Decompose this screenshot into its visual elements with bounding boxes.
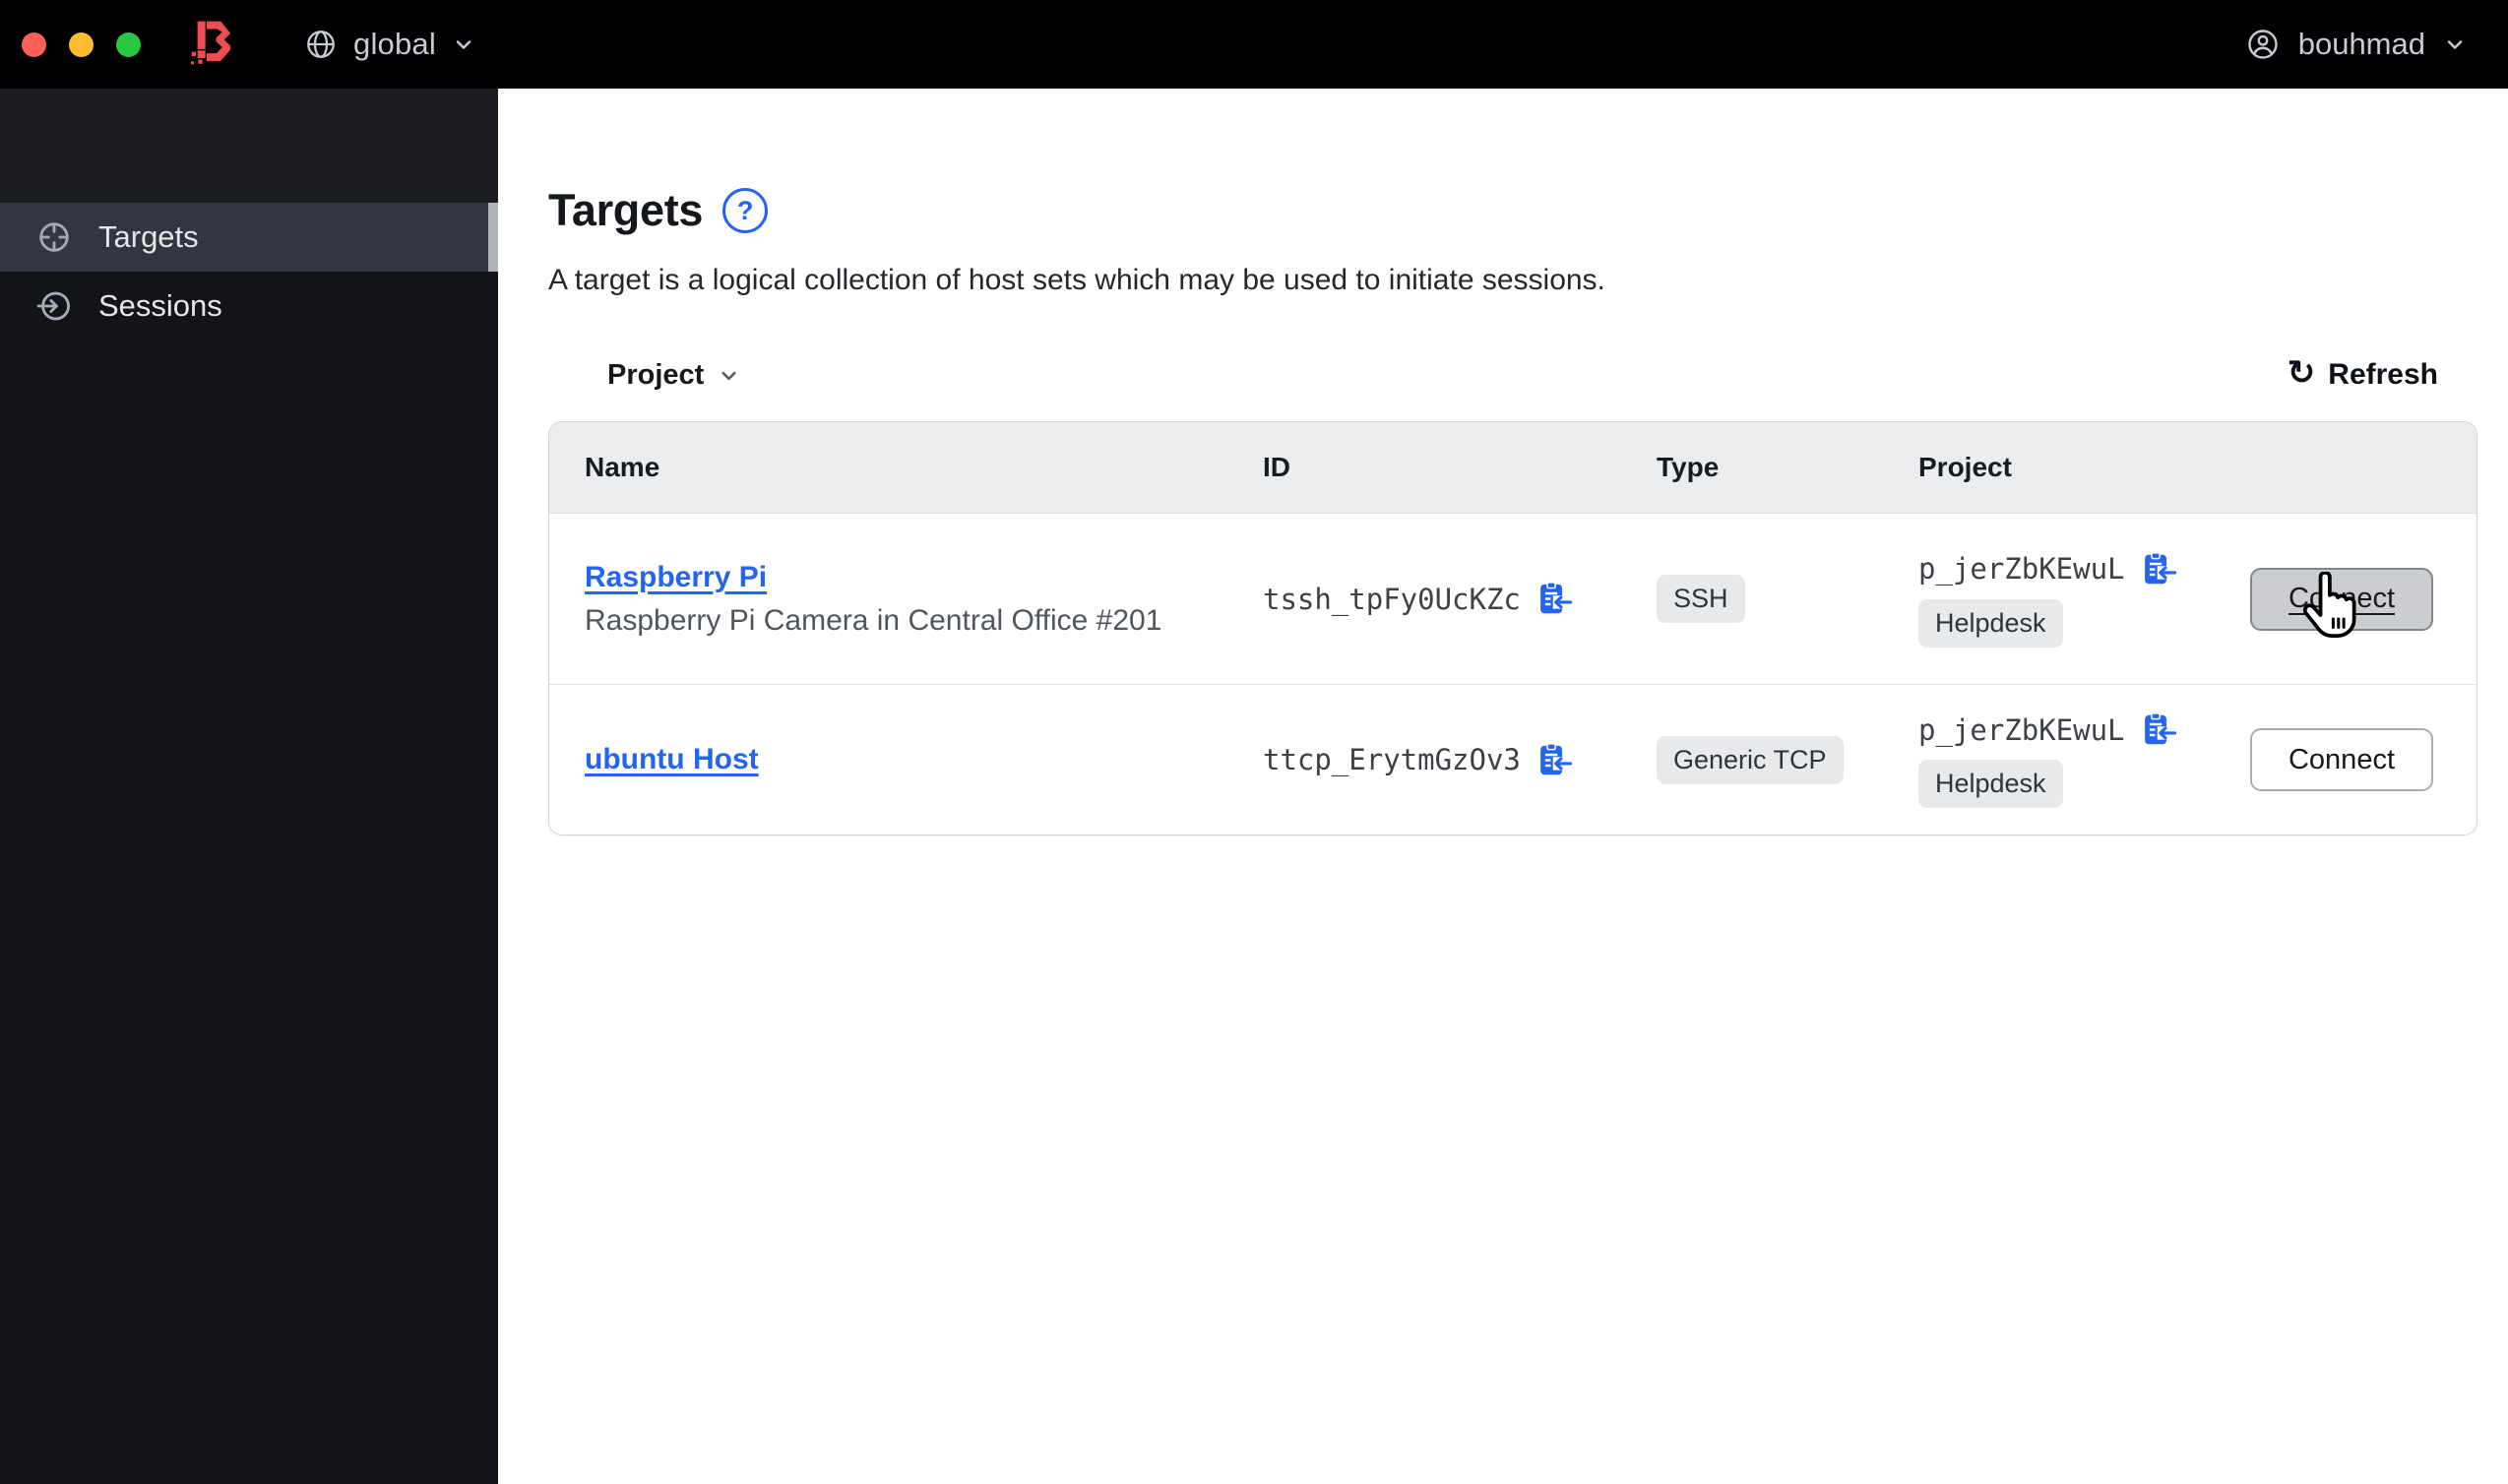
help-glyph: ? — [736, 195, 754, 225]
sidebar: Targets Sessions — [0, 89, 498, 1484]
chevron-down-icon — [2447, 40, 2463, 49]
name-cell: Raspberry Pi Raspberry Pi Camera in Cent… — [549, 561, 1263, 638]
connect-button[interactable]: Connect — [2249, 567, 2433, 631]
user-icon — [2248, 30, 2278, 59]
id-cell: tssh_tpFy0UcKZc — [1263, 581, 1657, 617]
boundary-logo-icon — [191, 21, 231, 65]
project-filter-dropdown[interactable]: Project — [607, 359, 740, 392]
project-cell: p_jerZbKEwuL Helpdesk — [1918, 711, 2257, 808]
minimize-window-button[interactable] — [69, 31, 94, 57]
project-filter-label: Project — [607, 358, 705, 391]
scope-label: global — [353, 27, 436, 61]
page-title: Targets — [548, 185, 704, 235]
chevron-down-icon — [721, 371, 736, 380]
globe-icon — [307, 31, 335, 58]
project-id: p_jerZbKEwuL — [1918, 712, 2125, 747]
sidebar-item-label: Targets — [98, 219, 199, 254]
user-label: bouhmad — [2297, 27, 2425, 61]
column-header-project: Project — [1918, 452, 2012, 482]
action-cell: Connect — [2249, 728, 2477, 791]
scope-switcher[interactable]: global — [304, 27, 475, 62]
target-id: ttcp_ErytmGzOv3 — [1263, 743, 1521, 776]
project-cell: p_jerZbKEwuL Helpdesk — [1918, 551, 2257, 648]
page-description: A target is a logical collection of host… — [548, 264, 1605, 296]
target-link[interactable]: ubuntu Host — [585, 743, 759, 776]
action-cell: Connect — [2249, 567, 2477, 631]
targets-table: Name ID Type Project Raspberry Pi Raspbe… — [548, 421, 2477, 835]
chevron-down-icon — [456, 40, 471, 49]
project-name-badge: Helpdesk — [1918, 760, 2063, 808]
target-description: Raspberry Pi Camera in Central Office #2… — [585, 603, 1162, 637]
close-window-button[interactable] — [22, 31, 46, 57]
table-row: ubuntu Host ttcp_ErytmGzOv3 Generic TCP … — [549, 685, 2477, 835]
sidebar-item-targets[interactable]: Targets — [0, 203, 498, 272]
column-header-name: Name — [585, 452, 660, 482]
sidebar-item-sessions[interactable]: Sessions — [0, 272, 498, 340]
help-icon[interactable]: ? — [722, 188, 769, 233]
boundary-logo — [184, 15, 233, 74]
type-cell: Generic TCP — [1657, 735, 1918, 784]
user-menu[interactable]: bouhmad — [2245, 27, 2467, 62]
name-cell: ubuntu Host — [549, 743, 1263, 776]
connect-button[interactable]: Connect — [2249, 728, 2433, 791]
project-id: p_jerZbKEwuL — [1918, 552, 2125, 586]
refresh-button[interactable]: ↻ Refresh — [2287, 354, 2438, 392]
copy-icon[interactable] — [1536, 581, 1573, 617]
sidebar-header — [0, 89, 498, 203]
toolbar: Project ↻ Refresh — [548, 354, 2477, 392]
column-header-type: Type — [1657, 452, 1720, 482]
session-icon — [36, 291, 70, 321]
table-row: Raspberry Pi Raspberry Pi Camera in Cent… — [549, 514, 2477, 685]
project-name-badge: Helpdesk — [1918, 598, 2063, 648]
copy-icon[interactable] — [1536, 742, 1573, 778]
main-content: Targets ? A target is a logical collecti… — [498, 89, 2508, 1484]
boundary-desktop-window: global bouhmad Targets Sessions Targets … — [0, 0, 2508, 1484]
type-badge: Generic TCP — [1657, 735, 1844, 784]
copy-icon[interactable] — [2141, 711, 2177, 748]
copy-icon[interactable] — [2141, 551, 2177, 587]
title-row: Targets ? — [548, 185, 2477, 236]
id-cell: ttcp_ErytmGzOv3 — [1263, 742, 1657, 778]
type-badge: SSH — [1657, 575, 1745, 623]
target-link[interactable]: Raspberry Pi — [585, 561, 767, 594]
titlebar: global bouhmad — [0, 0, 2508, 89]
target-id: tssh_tpFy0UcKZc — [1263, 582, 1521, 616]
zoom-window-button[interactable] — [116, 31, 141, 57]
type-cell: SSH — [1657, 575, 1918, 623]
column-header-id: ID — [1263, 452, 1290, 482]
refresh-label: Refresh — [2328, 358, 2438, 391]
sidebar-item-label: Sessions — [98, 288, 222, 323]
target-icon — [39, 222, 69, 252]
refresh-icon: ↻ — [2287, 354, 2316, 392]
traffic-lights — [0, 31, 141, 57]
table-header-row: Name ID Type Project — [549, 422, 2477, 514]
